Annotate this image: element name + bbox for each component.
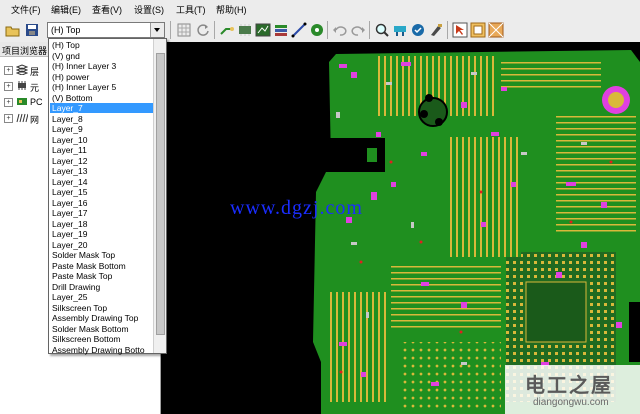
layer-option[interactable]: Assembly Drawing Top	[50, 313, 155, 323]
chevron-down-icon[interactable]	[150, 23, 164, 37]
layer-option[interactable]: Solder Mask Bottom	[50, 324, 155, 334]
check-icon[interactable]	[410, 22, 426, 38]
undo-icon[interactable]	[332, 22, 348, 38]
expand-icon[interactable]: +	[4, 82, 13, 91]
layer-option[interactable]: Layer_19	[50, 229, 155, 239]
component-place-icon[interactable]	[237, 22, 253, 38]
layer-option[interactable]: Solder Mask Top	[50, 250, 155, 260]
tree-item-label: 层	[30, 67, 40, 77]
tree-item-label: 网	[30, 115, 40, 125]
layers-icon	[15, 64, 29, 76]
layer-option[interactable]: Layer_14	[50, 177, 155, 187]
layer-select-value: (H) Top	[51, 25, 81, 35]
dropdown-scrollbar[interactable]	[153, 39, 166, 353]
toolbar-separator	[214, 21, 215, 39]
layer-option[interactable]: Drill Drawing	[50, 282, 155, 292]
toolbar-separator	[369, 21, 370, 39]
pcb-icon	[16, 96, 28, 107]
watermark-url: www.dgzj.com	[230, 197, 363, 219]
chart-view-icon[interactable]	[255, 22, 271, 38]
component-icon	[16, 80, 28, 91]
save-icon[interactable]	[24, 22, 40, 38]
window-icon[interactable]	[470, 22, 486, 38]
menu-help[interactable]: 帮助(H)	[216, 3, 247, 16]
scrollbar-thumb[interactable]	[156, 53, 165, 335]
layer-option[interactable]: Layer_13	[50, 166, 155, 176]
select-icon[interactable]	[452, 22, 468, 38]
layer-option[interactable]: (H) Top	[50, 40, 155, 50]
brush-icon[interactable]	[428, 22, 444, 38]
redo-icon[interactable]	[350, 22, 366, 38]
layer-option[interactable]: Layer_8	[50, 114, 155, 124]
layers-stack-icon[interactable]	[273, 22, 289, 38]
layer-option[interactable]: (H) Inner Layer 3	[50, 61, 155, 71]
layer-option[interactable]: Paste Mask Bottom	[50, 261, 155, 271]
expand-icon[interactable]: +	[4, 114, 13, 123]
layer-option[interactable]: Layer_20	[50, 240, 155, 250]
logo-url: diangongwu.com	[533, 397, 609, 408]
layer-option[interactable]: (H) Inner Layer 5	[50, 82, 155, 92]
layer-option[interactable]: Layer_10	[50, 135, 155, 145]
site-logo: 电工之屋 diangongwu.com	[505, 365, 640, 414]
pcb-board-drawing	[313, 50, 640, 414]
route-icon[interactable]	[219, 22, 235, 38]
toolbar-separator	[170, 21, 171, 39]
layer-option[interactable]: Assembly Drawing Botto	[50, 345, 155, 355]
menu-bar: 文件(F) 编辑(E) 查看(V) 设置(S) 工具(T) 帮助(H)	[0, 0, 640, 19]
layer-option[interactable]: Layer_17	[50, 208, 155, 218]
tree-item-label: 元	[30, 83, 40, 93]
layer-select[interactable]: (H) Top	[47, 22, 165, 38]
layer-option[interactable]: (H) power	[50, 72, 155, 82]
layer-option[interactable]: Layer_15	[50, 187, 155, 197]
net-icon	[16, 112, 29, 123]
pattern-icon[interactable]	[488, 22, 504, 38]
via-icon[interactable]	[309, 22, 325, 38]
layer-option[interactable]: Silkscreen Top	[50, 303, 155, 313]
layer-option[interactable]: Layer_18	[50, 219, 155, 229]
pcb-canvas[interactable]	[161, 42, 640, 414]
grid-icon[interactable]	[176, 22, 192, 38]
layer-dropdown-list[interactable]: (H) Top (V) gnd (H) Inner Layer 3 (H) power…	[48, 38, 167, 355]
tree-item-label: PC	[30, 97, 43, 107]
layer-option[interactable]: Layer_25	[50, 292, 155, 302]
expand-icon[interactable]: +	[4, 98, 13, 107]
toolbar-separator	[447, 21, 448, 39]
layer-option[interactable]: (V) gnd	[50, 51, 155, 61]
panel-title: 项目浏览器	[2, 46, 48, 56]
layer-option[interactable]: Layer_16	[50, 198, 155, 208]
menu-view[interactable]: 查看(V)	[92, 3, 122, 16]
menu-file[interactable]: 文件(F)	[11, 3, 41, 16]
refresh-icon[interactable]	[195, 22, 211, 38]
toolbar-separator	[327, 21, 328, 39]
layer-option[interactable]: Layer_7	[50, 103, 155, 113]
layer-option[interactable]: Layer_9	[50, 124, 155, 134]
menu-tools[interactable]: 工具(T)	[176, 3, 206, 16]
layer-option[interactable]: Paste Mask Top	[50, 271, 155, 281]
line-draw-icon[interactable]	[291, 22, 307, 38]
layer-option[interactable]: Layer_11	[50, 145, 155, 155]
menu-settings[interactable]: 设置(S)	[134, 3, 164, 16]
open-folder-icon[interactable]	[5, 22, 21, 38]
layer-option[interactable]: Silkscreen Bottom	[50, 334, 155, 344]
layer-option[interactable]: (V) Bottom	[50, 93, 155, 103]
zoom-icon[interactable]	[374, 22, 390, 38]
menu-edit[interactable]: 编辑(E)	[51, 3, 81, 16]
expand-icon[interactable]: +	[4, 66, 13, 75]
layer-option[interactable]: Layer_12	[50, 156, 155, 166]
highlight-net-icon[interactable]	[392, 22, 408, 38]
logo-title: 电工之屋	[525, 375, 613, 397]
